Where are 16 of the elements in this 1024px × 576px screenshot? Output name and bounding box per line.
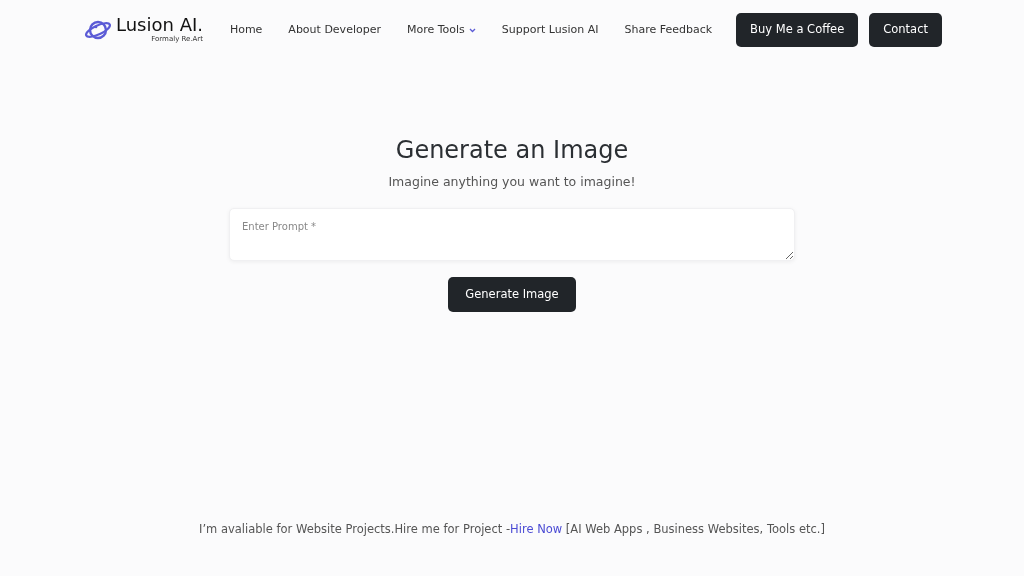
nav-button[interactable]: Buy Me a Coffee: [736, 13, 859, 47]
nav-button[interactable]: Contact: [869, 13, 942, 47]
nav-link[interactable]: About Developer: [288, 21, 381, 39]
nav-link[interactable]: Share Feedback: [624, 21, 713, 39]
logo-icon: [84, 19, 112, 41]
generate-button[interactable]: Generate Image: [448, 276, 576, 312]
nav-link[interactable]: Support Lusion AI: [501, 21, 599, 39]
page-subtitle: Imagine anything you want to imagine!: [388, 172, 636, 191]
prompt-field[interactable]: Enter Prompt *: [229, 207, 795, 261]
chevron-down-icon: [468, 27, 476, 33]
brand-name[interactable]: Lusion AI.: [116, 15, 203, 34]
nav-dropdown[interactable]: More Tools: [406, 21, 476, 39]
page-title: Generate an Image: [395, 136, 629, 165]
footer-text: I’m avaliable for Website Projects.Hire me for Project -Hire Now [AI Web Apps , Business Websites, Tools etc.]: [198, 520, 826, 538]
hire-link[interactable]: Hire Now: [510, 521, 563, 536]
nav-link[interactable]: Home: [229, 21, 263, 39]
